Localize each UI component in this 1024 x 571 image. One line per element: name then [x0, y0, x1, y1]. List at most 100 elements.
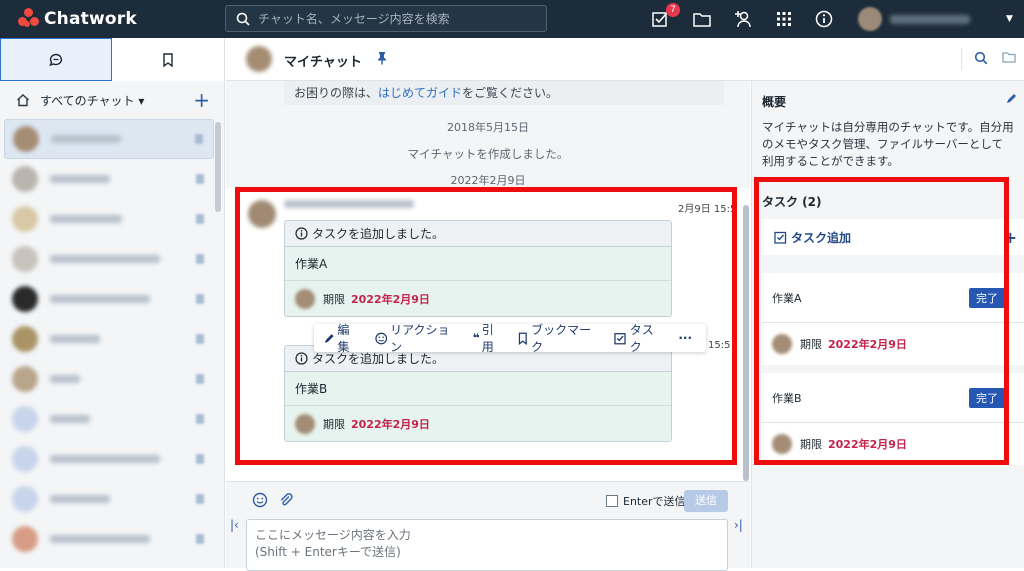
sidebar-room-item[interactable]	[4, 239, 214, 279]
folder-icon[interactable]	[692, 9, 712, 29]
add-task-button[interactable]: タスク追加 +	[762, 219, 1024, 255]
room-info-panel: 概要 マイチャットは自分専用のチャットです。自分用のメモやタスク管理、ファイルサ…	[751, 81, 1024, 568]
room-pin-icon[interactable]	[196, 294, 204, 304]
more-action[interactable]: ···	[678, 331, 692, 345]
info-icon	[295, 227, 308, 240]
room-name-blurred	[51, 135, 121, 143]
room-name-blurred	[50, 215, 122, 223]
attachment-icon[interactable]	[278, 492, 294, 508]
send-button[interactable]: 送信	[684, 490, 728, 512]
reaction-action[interactable]: リアクション	[374, 321, 459, 355]
plus-icon: +	[1003, 227, 1017, 247]
room-avatar	[12, 206, 38, 232]
task-message-card: タスクを追加しました。 作業B 期限 2022年2月9日	[284, 345, 672, 442]
tab-bookmarks[interactable]	[112, 38, 224, 81]
apps-grid-icon[interactable]	[774, 9, 794, 29]
folder-icon[interactable]	[1002, 51, 1016, 63]
collapse-left-icon[interactable]: |‹	[230, 518, 239, 532]
sidebar-room-item[interactable]	[4, 479, 214, 519]
enter-to-send-label: Enterで送信	[623, 495, 686, 508]
sidebar-room-item[interactable]	[4, 399, 214, 439]
sidebar-room-item[interactable]	[4, 199, 214, 239]
sender-avatar	[248, 200, 276, 228]
pin-icon[interactable]	[376, 51, 388, 65]
add-contact-icon[interactable]	[733, 9, 753, 29]
pencil-icon[interactable]	[1006, 93, 1017, 104]
room-pin-icon[interactable]	[196, 374, 204, 384]
complete-task-button[interactable]: 完了	[969, 387, 1005, 408]
task-card-header: タスクを追加しました。	[312, 227, 445, 241]
search-box[interactable]	[225, 5, 547, 32]
overview-title: 概要	[762, 95, 787, 109]
tab-chats[interactable]	[0, 38, 112, 81]
room-pin-icon[interactable]	[195, 134, 203, 144]
room-pin-icon[interactable]	[196, 254, 204, 264]
sidebar-room-item[interactable]	[4, 319, 214, 359]
due-date: 2022年2月9日	[828, 338, 907, 351]
chat-bubble-icon	[49, 53, 63, 66]
add-task-label: タスク追加	[791, 230, 852, 245]
due-label: 期限	[323, 292, 345, 306]
task-label: タスク	[629, 323, 654, 354]
guide-link[interactable]: はじめてガイド	[378, 86, 462, 100]
room-pin-icon[interactable]	[196, 494, 204, 504]
sidebar-room-item[interactable]	[4, 519, 214, 559]
room-pin-icon[interactable]	[196, 334, 204, 344]
bookmark-label: ブックマーク	[531, 323, 592, 354]
room-name-blurred	[50, 455, 160, 463]
enter-to-send-toggle[interactable]: Enterで送信	[606, 493, 686, 509]
sidebar-room-item[interactable]	[4, 119, 214, 159]
room-avatar	[12, 166, 38, 192]
search-input[interactable]	[258, 11, 538, 26]
timeline-scrollbar[interactable]	[743, 205, 749, 481]
add-chat-button[interactable]: +	[193, 90, 210, 110]
reaction-label: リアクション	[390, 323, 450, 354]
task-name: 作業A	[772, 291, 802, 305]
task-message-card: タスクを追加しました。 作業A 期限 2022年2月9日	[284, 220, 672, 317]
task-name: 作業B	[772, 391, 802, 405]
room-list-panel: すべてのチャット ▾ +	[0, 38, 225, 568]
sidebar-room-item[interactable]	[4, 279, 214, 319]
room-name-blurred	[50, 295, 150, 303]
room-pin-icon[interactable]	[196, 414, 204, 424]
guide-notice: お困りの際は、はじめてガイドをご覧ください。	[284, 81, 724, 105]
edit-action[interactable]: 編集	[324, 321, 361, 355]
home-icon[interactable]	[16, 93, 30, 107]
room-list-scrollbar[interactable]	[215, 122, 221, 212]
room-pin-icon[interactable]	[196, 454, 204, 464]
quote-label: 引用	[481, 323, 494, 354]
sidebar-room-item[interactable]	[4, 439, 214, 479]
message-input[interactable]	[246, 519, 728, 571]
emoji-icon[interactable]	[252, 492, 268, 508]
room-pin-icon[interactable]	[196, 534, 204, 544]
task-card-body: 作業A	[285, 247, 671, 281]
user-menu[interactable]: ▼	[858, 7, 1013, 31]
task-action[interactable]: タスク	[614, 321, 664, 355]
message-timestamp: 2月9日 15:5	[678, 204, 737, 215]
quote-action[interactable]: ❝ 引用	[473, 321, 505, 355]
collapse-right-icon[interactable]: ›|	[734, 518, 743, 532]
complete-task-button[interactable]: 完了	[969, 287, 1005, 308]
search-icon[interactable]	[974, 51, 988, 65]
task-checkbox-icon	[774, 231, 787, 244]
room-pin-icon[interactable]	[196, 174, 204, 184]
sidebar-room-item[interactable]	[4, 159, 214, 199]
bookmark-icon	[163, 52, 173, 67]
enter-to-send-checkbox[interactable]	[606, 495, 618, 507]
room-name-blurred	[50, 495, 110, 503]
sidebar-room-item[interactable]	[4, 359, 214, 399]
smile-icon	[374, 332, 387, 344]
assignee-avatar	[295, 413, 315, 434]
task-card-footer: 期限 2022年2月9日	[285, 281, 671, 316]
message-timestamp: 15:5	[708, 340, 731, 351]
room-name-blurred	[50, 175, 110, 183]
room-avatar	[13, 126, 39, 152]
chatwork-logo[interactable]: Chatwork	[18, 8, 137, 30]
bookmark-action[interactable]: ブックマーク	[518, 321, 600, 355]
room-pin-icon[interactable]	[196, 214, 204, 224]
all-chats-filter[interactable]: すべてのチャット ▾	[40, 92, 144, 109]
quote-icon: ❝	[472, 331, 480, 345]
system-message: マイチャットを作成しました。	[407, 147, 569, 161]
task-card-body: 作業B	[285, 372, 671, 406]
info-icon[interactable]	[814, 9, 834, 29]
